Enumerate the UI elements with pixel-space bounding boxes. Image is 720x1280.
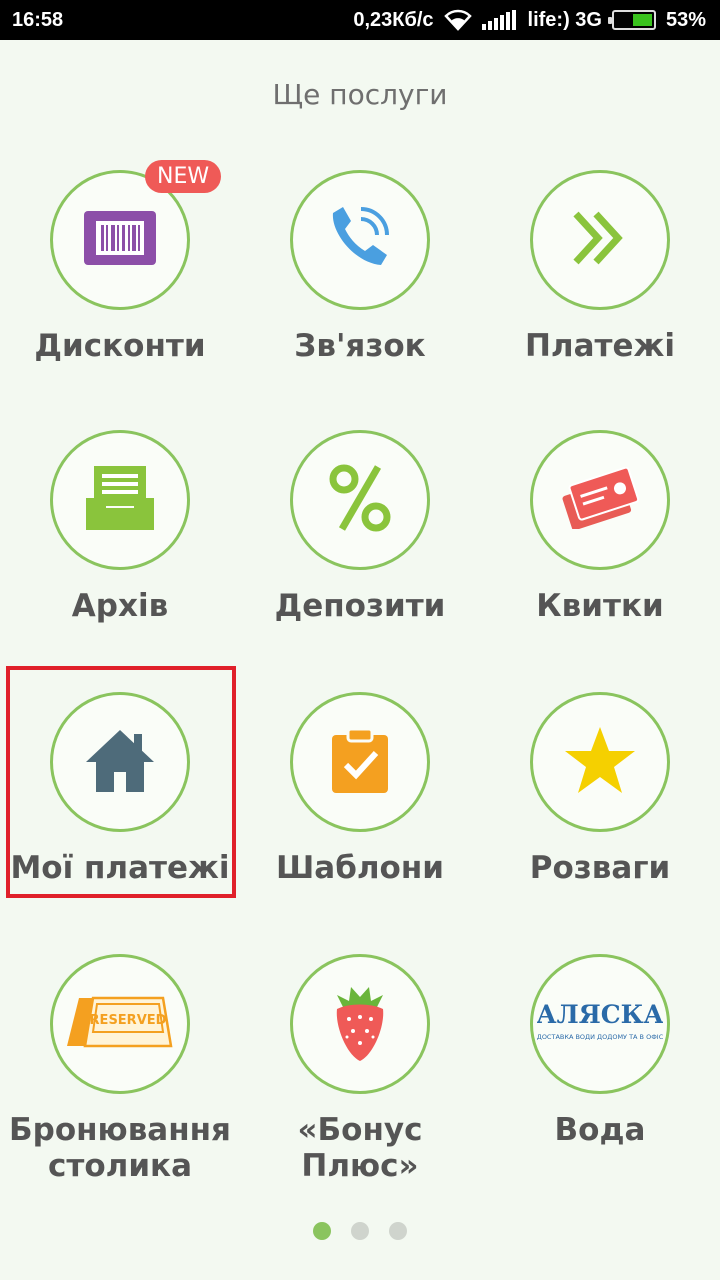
network-speed: 0,23Кб/с [353,8,434,31]
tile-label: Шаблони [275,850,444,886]
tile-label: Депозити [274,588,446,624]
tile-payments[interactable]: Платежі [480,170,720,410]
battery-percent: 53% [665,8,706,31]
tile-label: Бронювання столика [9,1112,231,1184]
tile-label: Платежі [524,328,676,364]
strawberry-icon [331,981,389,1068]
clipboard-check-icon [330,727,390,798]
tile-icon-circle [530,692,670,832]
page-dot-3[interactable] [389,1222,407,1240]
selection-highlight [6,666,236,898]
alaska-tagline: ДОСТАВКА ВОДИ ДОДОМУ ТА В ОФІС [537,1033,663,1041]
tile-tickets[interactable]: Квитки [480,430,720,670]
tile-deposits[interactable]: Депозити [240,430,480,670]
tile-discounts[interactable]: NEW Дисконти [0,160,240,410]
page-indicator [0,1222,720,1240]
tile-icon-circle [290,954,430,1094]
tile-label: Дисконти [34,328,206,364]
signal-icon [481,10,518,30]
tile-label: Розваги [529,850,671,886]
tile-label: Архів [71,588,169,624]
tile-icon-circle: RESERVED [50,954,190,1094]
status-bar: 16:58 0,23Кб/с life:) 3G 53% [0,0,720,40]
page-dot-2[interactable] [351,1222,369,1240]
reserved-sign-icon: RESERVED [65,994,175,1055]
star-icon [563,725,637,800]
status-indicators: 0,23Кб/с life:) 3G 53% [353,9,706,32]
barcode-card-icon [84,210,156,270]
tile-label: Вода [554,1112,646,1148]
tile-templates[interactable]: Шаблони [240,692,480,932]
alaska-logo-icon: АЛЯСКА ДОСТАВКА ВОДИ ДОДОМУ ТА В ОФІС [536,997,664,1052]
tile-communication[interactable]: Зв'язок [240,170,480,410]
tile-label: Квитки [536,588,664,624]
tile-icon-circle [290,170,430,310]
carrier-name: life:) 3G [527,8,602,31]
tile-water[interactable]: АЛЯСКА ДОСТАВКА ВОДИ ДОДОМУ ТА В ОФІС Во… [480,954,720,1194]
wifi-icon [443,9,472,31]
inbox-tray-icon [86,465,154,535]
tile-icon-circle: АЛЯСКА ДОСТАВКА ВОДИ ДОДОМУ ТА В ОФІС [530,954,670,1094]
tile-icon-circle [290,692,430,832]
tile-table-booking[interactable]: RESERVED Бронювання столика [0,954,240,1194]
page-title: Ще послуги [272,78,448,111]
page-dot-1[interactable] [313,1222,331,1240]
tile-label: Зв'язок [294,328,426,364]
tile-icon-circle [290,430,430,570]
tile-icon-circle [530,170,670,310]
battery-icon [607,10,656,30]
tile-entertainment[interactable]: Розваги [480,692,720,932]
phone-call-icon [325,203,395,278]
tile-icon-circle [530,430,670,570]
new-badge: NEW [145,160,222,193]
reserved-text: RESERVED [90,1013,167,1028]
percent-icon [328,463,392,538]
tile-archive[interactable]: Архів [0,430,240,670]
status-time: 16:58 [12,8,64,31]
double-chevron-right-icon [570,208,630,273]
tile-label: «Бонус Плюс» [297,1112,423,1184]
tile-bonus-plus[interactable]: «Бонус Плюс» [240,954,480,1194]
tile-icon-circle [50,430,190,570]
tickets-icon [560,466,640,534]
alaska-name: АЛЯСКА [537,1000,663,1029]
